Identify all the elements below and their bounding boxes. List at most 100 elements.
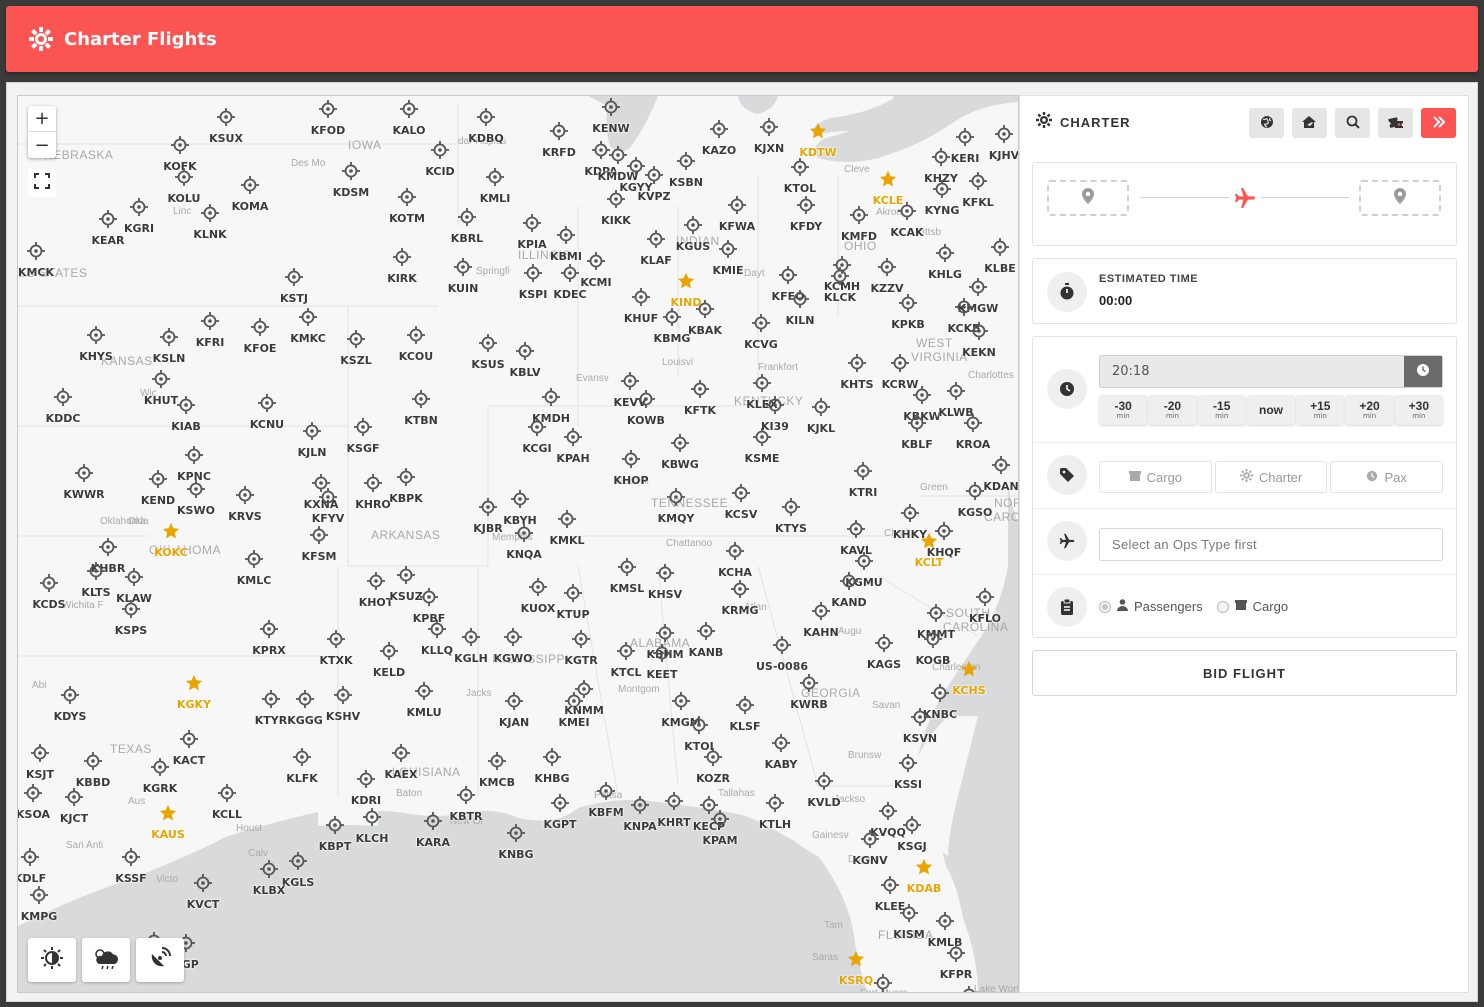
search-button[interactable] bbox=[1335, 108, 1370, 138]
airport-code-label: KSSF bbox=[115, 872, 147, 885]
map-city-label: Abi bbox=[32, 680, 47, 691]
airport-code-label: KDEC bbox=[553, 288, 587, 301]
crosshair-icon bbox=[458, 208, 476, 226]
map-city-label: Charlottes bbox=[968, 370, 1014, 381]
airport-code-label: KNBG bbox=[498, 848, 534, 861]
fullscreen-button[interactable] bbox=[28, 169, 56, 197]
airport-code-label: KSUS bbox=[471, 358, 505, 371]
star-icon bbox=[159, 804, 177, 822]
crosshair-icon bbox=[728, 196, 746, 214]
crosshair-icon bbox=[861, 830, 879, 848]
radio-cargo[interactable] bbox=[1216, 600, 1229, 613]
load-passengers-option[interactable]: Passengers bbox=[1099, 599, 1203, 614]
airport-code-label: KIKK bbox=[601, 214, 631, 227]
airport-code-label: KCVG bbox=[744, 338, 778, 351]
airport-code-label: KMLU bbox=[406, 706, 442, 719]
time-offset-value: -20 bbox=[1163, 399, 1182, 413]
box-icon bbox=[1234, 599, 1247, 614]
airport-code-label: KMIE bbox=[712, 264, 744, 277]
crosshair-icon bbox=[891, 354, 909, 372]
airport-code-label: KCLT bbox=[914, 556, 944, 569]
collapse-panel-button[interactable] bbox=[1421, 108, 1456, 138]
airport-code-label: KBAK bbox=[688, 324, 722, 337]
destination-field[interactable] bbox=[1359, 180, 1441, 216]
crosshair-icon bbox=[558, 510, 576, 528]
airport-code-label: KGRK bbox=[142, 782, 178, 795]
map-pin-icon bbox=[1082, 188, 1094, 208]
load-cargo-option[interactable]: Cargo bbox=[1216, 599, 1288, 614]
map-city-label: Tam bbox=[824, 920, 843, 931]
airport-code-label: KLTS bbox=[81, 586, 111, 599]
airport-code-label: KBPT bbox=[318, 840, 352, 853]
crosshair-icon bbox=[874, 974, 892, 992]
flight-map[interactable]: NEBRASKA IOWA ED STATES KANSAS ILLINOIS INDIA… bbox=[17, 95, 1019, 993]
crosshair-icon bbox=[319, 488, 337, 506]
bid-flight-button[interactable]: BID FLIGHT bbox=[1032, 650, 1457, 696]
map-city-label: Cleve bbox=[844, 164, 870, 175]
map-city-label: Linc bbox=[173, 206, 192, 217]
ops-type-select[interactable]: Select an Ops Type first bbox=[1099, 528, 1443, 561]
double-chevron-right-icon bbox=[1432, 114, 1446, 133]
crosshair-icon bbox=[766, 794, 784, 812]
crosshair-icon bbox=[667, 488, 685, 506]
airport-code-label: KWRB bbox=[790, 698, 828, 711]
departure-time-input[interactable] bbox=[1100, 356, 1404, 387]
ticket-button[interactable] bbox=[1378, 108, 1413, 138]
radar-layer-button[interactable] bbox=[136, 938, 184, 982]
time-offset-button[interactable]: -20 min bbox=[1148, 395, 1197, 425]
home-plane-button[interactable] bbox=[1292, 108, 1327, 138]
airport-code-label: KMKL bbox=[549, 534, 585, 547]
time-offset-button[interactable]: +15 min bbox=[1296, 395, 1345, 425]
ops-type-cargo[interactable]: Cargo bbox=[1099, 461, 1212, 493]
airport-code-label: KFPR bbox=[939, 968, 973, 981]
crosshair-icon bbox=[289, 852, 307, 870]
crosshair-icon bbox=[185, 446, 203, 464]
zoom-in-button[interactable]: + bbox=[28, 106, 56, 132]
airport-code-label: US-0086 bbox=[755, 660, 809, 673]
ops-select-row: Select an Ops Type first bbox=[1033, 509, 1456, 575]
map-city-label: Houst bbox=[236, 823, 263, 834]
time-picker-button[interactable] bbox=[1404, 356, 1442, 387]
airport-code-label: KFSM bbox=[301, 550, 337, 563]
airport-code-label: KPRX bbox=[252, 644, 286, 657]
panel-toolbar bbox=[1249, 108, 1456, 138]
crosshair-icon bbox=[964, 414, 982, 432]
crosshair-icon bbox=[486, 168, 504, 186]
crosshair-icon bbox=[913, 386, 931, 404]
star-icon bbox=[809, 122, 827, 140]
daynight-layer-button[interactable] bbox=[28, 938, 76, 982]
ops-type-pax[interactable]: Pax bbox=[1330, 461, 1444, 493]
time-offset-button[interactable]: +20 min bbox=[1345, 395, 1394, 425]
crosshair-icon bbox=[187, 480, 205, 498]
crosshair-icon bbox=[653, 644, 671, 662]
time-offset-button[interactable]: -30 min bbox=[1099, 395, 1148, 425]
time-offset-button[interactable]: -15 min bbox=[1197, 395, 1246, 425]
ops-type-cargo-label: Cargo bbox=[1146, 469, 1183, 485]
crosshair-icon bbox=[507, 824, 525, 842]
ops-type-charter[interactable]: Charter bbox=[1214, 461, 1328, 493]
zoom-out-button[interactable]: − bbox=[28, 132, 56, 158]
crosshair-icon bbox=[800, 674, 818, 692]
globe-button[interactable] bbox=[1249, 108, 1284, 138]
crosshair-icon bbox=[260, 620, 278, 638]
airport-code-label: KDBQ bbox=[468, 132, 504, 145]
crosshair-icon bbox=[236, 486, 254, 504]
radio-passengers[interactable] bbox=[1099, 600, 1111, 613]
weather-layer-button[interactable] bbox=[82, 938, 130, 982]
airport-code-label: KHLG bbox=[928, 268, 962, 281]
origin-field[interactable] bbox=[1047, 180, 1129, 216]
time-offset-button[interactable]: now bbox=[1246, 395, 1296, 425]
estimated-time-label: ESTIMATED TIME bbox=[1099, 273, 1199, 285]
airport-code-label: KHTS bbox=[840, 378, 874, 391]
airport-code-label: KGLH bbox=[454, 652, 488, 665]
airport-code-label: KFOD bbox=[310, 124, 346, 137]
crosshair-icon bbox=[992, 456, 1010, 474]
map-city-label: Gainesv bbox=[812, 830, 849, 841]
crosshair-icon bbox=[542, 388, 560, 406]
airport-code-label: KCNU bbox=[249, 418, 285, 431]
crosshair-icon bbox=[262, 690, 280, 708]
map-city-label: Calv bbox=[248, 848, 269, 859]
crosshair-icon bbox=[760, 118, 778, 136]
time-offset-button[interactable]: +30 min bbox=[1394, 395, 1443, 425]
load-passengers-label: Passengers bbox=[1134, 599, 1203, 614]
